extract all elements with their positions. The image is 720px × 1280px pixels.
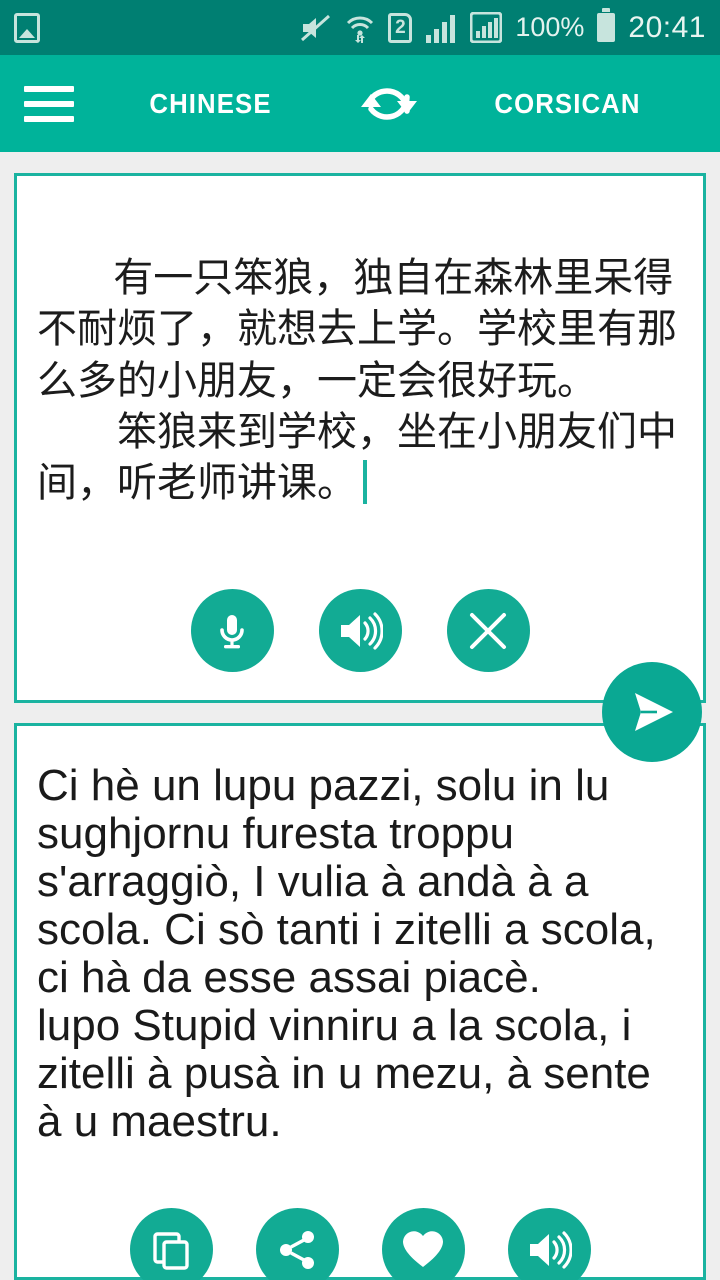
hamburger-menu-icon[interactable] (18, 76, 80, 132)
battery-percent-label: 100% (515, 12, 585, 42)
source-language-button[interactable]: CHINESE (90, 88, 330, 120)
translation-action-buttons (17, 1208, 703, 1280)
swap-languages-icon[interactable] (341, 69, 437, 139)
speak-source-button[interactable] (318, 589, 402, 672)
source-text-value: 有一只笨狼，独自在森林里呆得不耐烦了，就想去上学。学校里有那么多的小朋友，一定会… (37, 255, 677, 506)
copy-button[interactable] (129, 1208, 213, 1280)
translation-result-card[interactable]: Ci hè un lupu pazzi, solu in lu sughjorn… (14, 723, 706, 1280)
status-bar-left (14, 12, 40, 43)
gallery-icon (14, 12, 40, 43)
source-text-card[interactable]: 有一只笨狼，独自在森林里呆得不耐烦了，就想去上学。学校里有那么多的小朋友，一定会… (14, 173, 706, 703)
share-button[interactable] (255, 1208, 339, 1280)
translator-content: 有一只笨狼，独自在森林里呆得不耐烦了，就想去上学。学校里有那么多的小朋友，一定会… (0, 152, 720, 1280)
translation-text: Ci hè un lupu pazzi, solu in lu sughjorn… (37, 761, 656, 1146)
clear-text-button[interactable] (446, 589, 530, 672)
favorite-button[interactable] (381, 1208, 465, 1280)
text-caret (363, 459, 367, 504)
battery-full-icon (597, 8, 616, 42)
source-action-buttons (17, 589, 703, 672)
wifi-transfer-icon (345, 13, 375, 43)
sim-card-badge: 2 (388, 12, 413, 43)
signal-bars-boxed-icon (470, 12, 503, 43)
mute-icon (300, 13, 332, 43)
signal-bars-icon (425, 13, 457, 43)
speak-translation-button[interactable] (507, 1208, 591, 1280)
status-bar: 2 100% 20:41 (0, 0, 720, 55)
status-bar-right: 2 100% 20:41 (300, 8, 706, 45)
clock-label: 20:41 (628, 10, 706, 44)
app-header-bar: CHINESE CORSICAN (0, 55, 720, 152)
microphone-button[interactable] (190, 589, 274, 672)
source-text-input[interactable]: 有一只笨狼，独自在森林里呆得不耐烦了，就想去上学。学校里有那么多的小朋友，一定会… (17, 176, 703, 560)
translate-send-button[interactable] (602, 662, 702, 762)
target-language-button[interactable]: CORSICAN (447, 88, 687, 120)
